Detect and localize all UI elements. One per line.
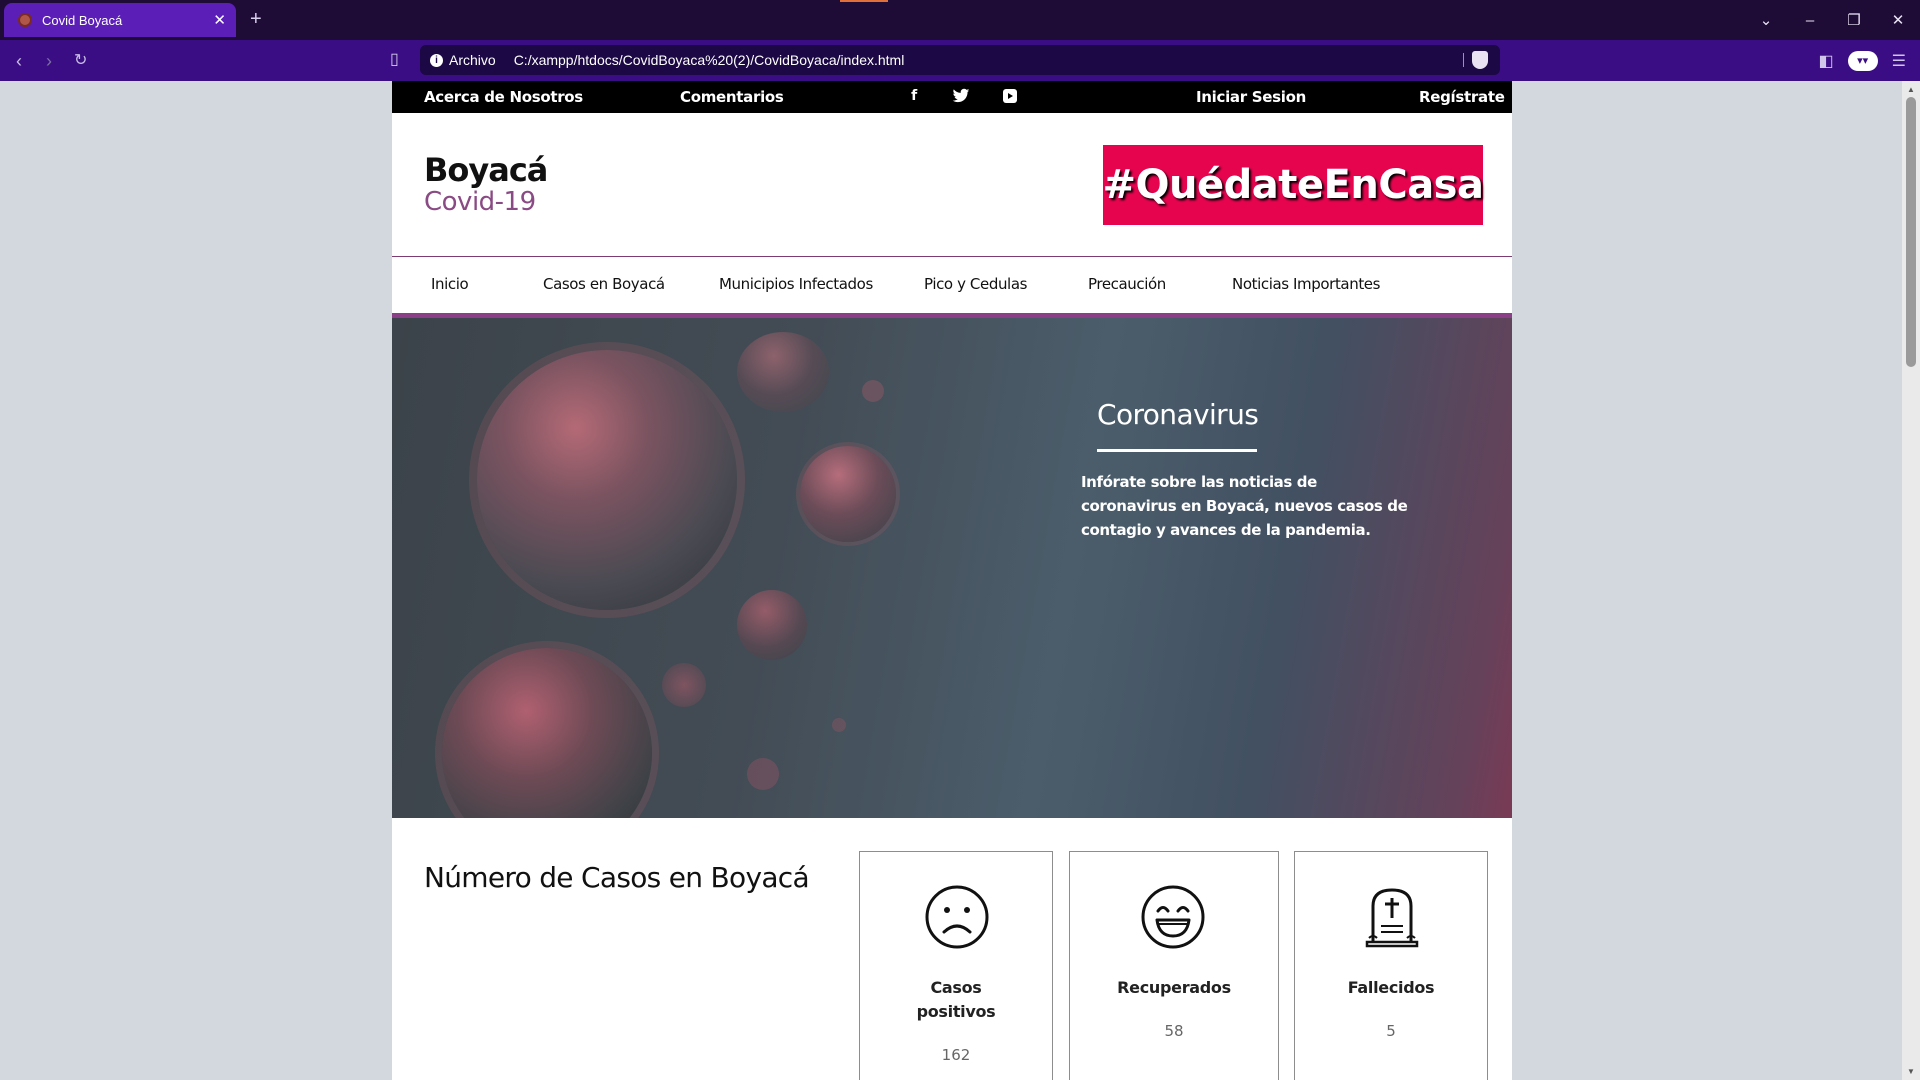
browser-tab-bar: Covid Boyacá ✕ + ⌄ – ❐ ✕ — [0, 0, 1920, 40]
hero-title: Coronavirus — [1097, 398, 1259, 431]
wallet-icon[interactable]: ▾▾ — [1847, 50, 1878, 71]
brand-title: Boyacá — [424, 151, 548, 189]
positive-cases-label-2: positivos — [916, 1002, 996, 1021]
deceased-value: 5 — [1386, 1022, 1396, 1040]
recovered-value: 58 — [1164, 1022, 1184, 1040]
recovered-label: Recuperados — [1117, 978, 1231, 997]
minimize-icon[interactable]: – — [1788, 12, 1832, 29]
positive-cases-label-1: Casos — [930, 978, 982, 997]
cases-section-title: Número de Casos en Boyacá — [424, 861, 810, 894]
brave-shield-icon[interactable] — [1472, 51, 1488, 69]
browser-toolbar: ‹ › ↻ ▯ i Archivo C:/xampp/htdocs/CovidB… — [0, 40, 1920, 81]
positive-cases-card: Casos positivos 162 — [859, 851, 1053, 1080]
nav-item-municipios[interactable]: Municipios Infectados — [719, 275, 873, 293]
url-text[interactable]: C:/xampp/htdocs/CovidBoyaca%20(2)/CovidB… — [514, 52, 905, 68]
comments-link[interactable]: Comentarios — [680, 88, 784, 106]
recovered-card: Recuperados 58 — [1069, 851, 1279, 1080]
back-icon[interactable]: ‹ — [16, 51, 22, 72]
scroll-thumb[interactable] — [1906, 97, 1916, 367]
positive-cases-value: 162 — [941, 1046, 971, 1064]
scroll-down-icon[interactable]: ▼ — [1907, 1067, 1915, 1076]
scroll-up-icon[interactable]: ▲ — [1907, 85, 1915, 94]
twitter-icon[interactable] — [951, 88, 971, 108]
web-page: Acerca de Nosotros Comentarios f Iniciar… — [392, 81, 1512, 1080]
register-link[interactable]: Regístrate — [1419, 88, 1505, 106]
about-link[interactable]: Acerca de Nosotros — [424, 88, 583, 106]
close-window-icon[interactable]: ✕ — [1876, 11, 1920, 29]
sad-face-icon — [925, 885, 989, 949]
brand-subtitle: Covid-19 — [424, 187, 536, 217]
address-bar[interactable]: i Archivo C:/xampp/htdocs/CovidBoyaca%20… — [420, 45, 1500, 75]
tab-list-icon[interactable]: ⌄ — [1744, 11, 1788, 29]
tab-title: Covid Boyacá — [42, 12, 123, 28]
nav-item-inicio[interactable]: Inicio — [431, 275, 469, 293]
window-controls: ⌄ – ❐ ✕ — [1744, 0, 1920, 40]
info-icon[interactable]: i — [430, 53, 443, 67]
brand-logo[interactable]: Boyacá Covid-19 — [424, 151, 548, 217]
nav-item-pico-cedulas[interactable]: Pico y Cedulas — [924, 275, 1027, 293]
youtube-icon[interactable] — [1000, 88, 1020, 108]
main-nav: Inicio Casos en Boyacá Municipios Infect… — [392, 257, 1512, 313]
hero-underline — [1097, 449, 1257, 452]
nav-item-precaucion[interactable]: Precaución — [1088, 275, 1166, 293]
scheme-label: Archivo — [449, 52, 496, 68]
bookmark-icon[interactable]: ▯ — [390, 49, 399, 69]
reload-icon[interactable]: ↻ — [74, 50, 87, 70]
hero-text: Infórate sobre las noticias de coronavir… — [1081, 473, 1408, 539]
new-tab-button[interactable]: + — [250, 8, 262, 30]
page-scrollbar[interactable]: ▲ ▼ — [1902, 81, 1920, 1080]
facebook-icon[interactable]: f — [904, 88, 924, 108]
menu-icon[interactable]: ☰ — [1892, 51, 1906, 71]
nav-item-casos[interactable]: Casos en Boyacá — [543, 275, 665, 293]
sidebar-icon[interactable]: ◧ — [1819, 51, 1834, 71]
hero-section: Coronavirus Infórate sobre las noticias … — [392, 318, 1512, 818]
favicon-icon — [18, 13, 32, 27]
forward-icon[interactable]: › — [46, 51, 52, 72]
close-tab-icon[interactable]: ✕ — [213, 11, 226, 29]
nav-item-noticias[interactable]: Noticias Importantes — [1232, 275, 1380, 293]
happy-face-icon — [1141, 885, 1205, 949]
deceased-card: Fallecidos 5 — [1294, 851, 1488, 1080]
browser-tab[interactable]: Covid Boyacá ✕ — [4, 3, 236, 37]
restore-icon[interactable]: ❐ — [1832, 11, 1876, 29]
deceased-label: Fallecidos — [1347, 978, 1435, 997]
login-link[interactable]: Iniciar Sesion — [1196, 88, 1306, 106]
stay-home-banner: #QuédateEnCasa — [1103, 145, 1484, 225]
separator — [1463, 53, 1464, 67]
top-bar: Acerca de Nosotros Comentarios f Iniciar… — [392, 81, 1512, 113]
tab-strip-accent — [840, 0, 888, 2]
toolbar-right: ◧ ▾▾ ☰ — [1819, 40, 1920, 81]
tombstone-icon — [1365, 888, 1419, 948]
